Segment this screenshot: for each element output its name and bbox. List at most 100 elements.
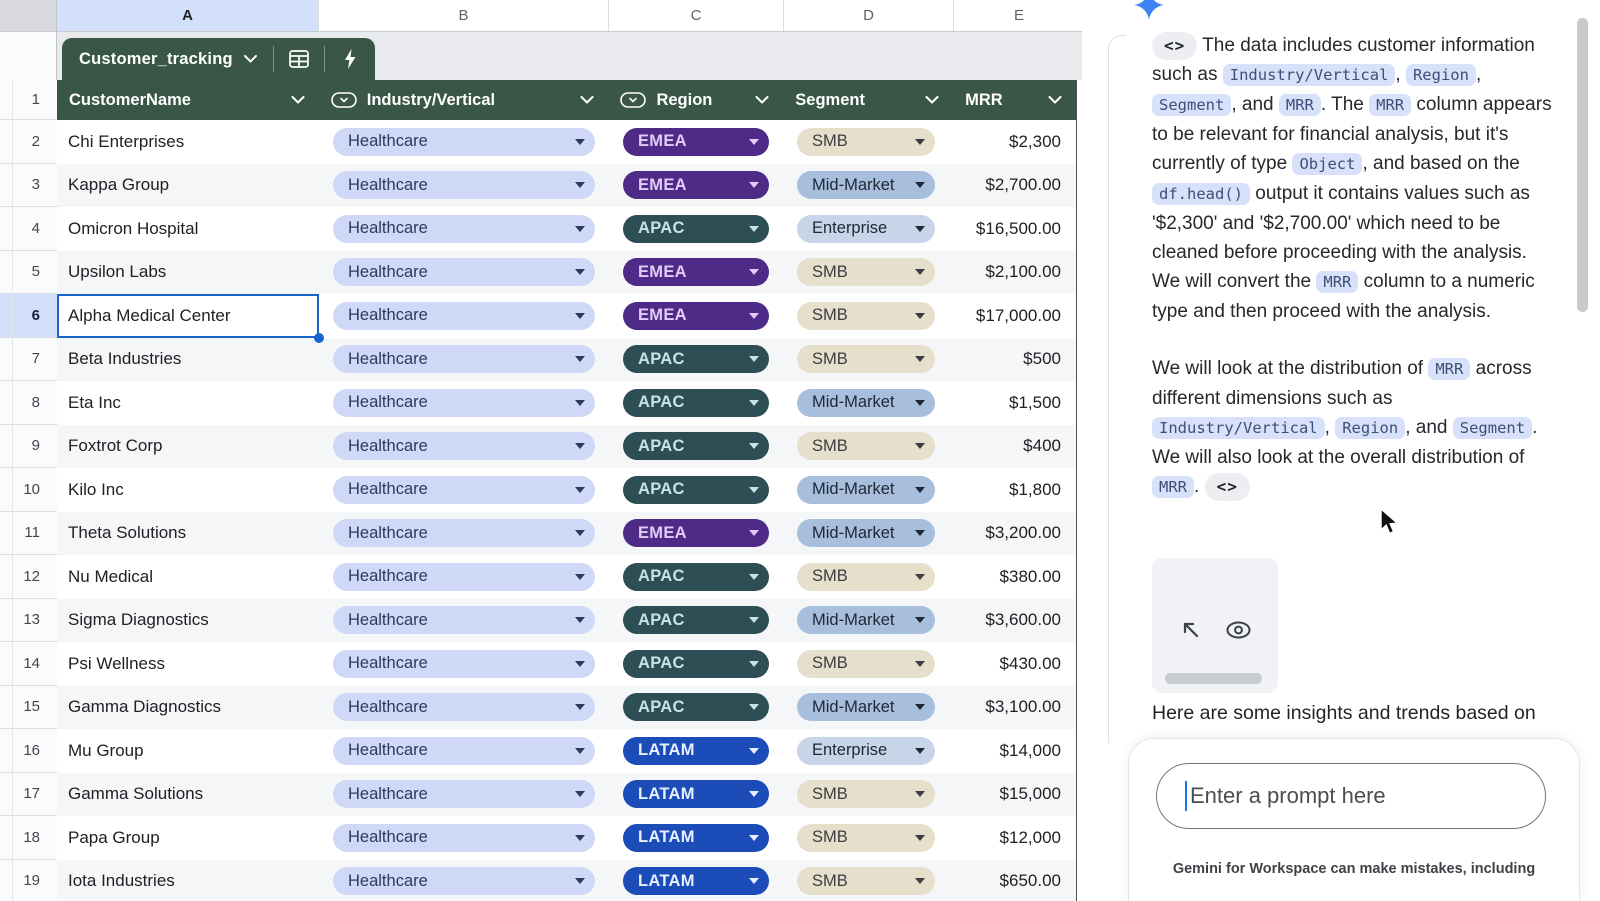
cell-customer-name[interactable]: Mu Group [57,729,319,773]
segment-chip[interactable]: Enterprise [797,736,935,765]
row-number[interactable]: 19 [0,859,57,901]
region-chip[interactable]: APAC [623,606,769,635]
cell-mrr[interactable]: $3,100.00 [954,686,1077,730]
region-chip[interactable]: LATAM [623,823,769,852]
cell-customer-name[interactable]: Gamma Solutions [57,773,319,817]
industry-chip[interactable]: Healthcare [333,649,595,678]
column-header-industry-vertical[interactable]: Industry/Vertical [319,80,609,120]
expand-top-left-button[interactable] [1179,618,1203,647]
cell-customer-name[interactable]: Upsilon Labs [57,251,319,295]
row-number[interactable]: 3 [0,163,57,207]
sidebar-scrollbar[interactable] [1577,18,1588,312]
cell-mrr[interactable]: $14,000 [954,729,1077,773]
sheet-tab[interactable]: Customer_tracking [62,38,375,80]
table-view-button[interactable] [274,38,324,80]
industry-chip[interactable]: Healthcare [333,214,595,243]
cell-customer-name[interactable]: Sigma Diagnostics [57,599,319,643]
segment-chip[interactable]: SMB [797,258,935,287]
region-chip[interactable]: EMEA [623,127,769,156]
cell-customer-name[interactable]: Foxtrot Corp [57,425,319,469]
segment-chip[interactable]: Mid-Market [797,606,935,635]
cell-mrr[interactable]: $16,500.00 [954,207,1077,251]
segment-chip[interactable]: Mid-Market [797,693,935,722]
industry-chip[interactable]: Healthcare [333,867,595,896]
row-number[interactable]: 7 [0,337,57,381]
industry-chip[interactable]: Healthcare [333,432,595,461]
segment-chip[interactable]: SMB [797,127,935,156]
column-header-segment[interactable]: Segment [783,80,953,120]
cell-customer-name[interactable]: Iota Industries [57,860,319,901]
region-chip[interactable]: LATAM [623,736,769,765]
cell-mrr[interactable]: $15,000 [954,773,1077,817]
region-chip[interactable]: EMEA [623,258,769,287]
region-chip[interactable]: EMEA [623,171,769,200]
segment-chip[interactable]: Mid-Market [797,519,935,548]
industry-chip[interactable]: Healthcare [333,171,595,200]
row-number[interactable]: 10 [0,468,57,512]
industry-chip[interactable]: Healthcare [333,780,595,809]
row-number[interactable]: 13 [0,598,57,642]
region-chip[interactable]: LATAM [623,780,769,809]
cell-mrr[interactable]: $3,600.00 [954,599,1077,643]
region-chip[interactable]: EMEA [623,519,769,548]
region-chip[interactable]: EMEA [623,301,769,330]
cell-customer-name[interactable]: Nu Medical [57,555,319,599]
industry-chip[interactable]: Healthcare [333,519,595,548]
prompt-input[interactable]: Enter a prompt here [1156,763,1546,829]
cell-customer-name[interactable]: Psi Wellness [57,642,319,686]
cell-mrr[interactable]: $430.00 [954,642,1077,686]
cell-mrr[interactable]: $1,800 [954,468,1077,512]
column-letter-D[interactable]: D [784,0,954,31]
sheet-tab-name-button[interactable]: Customer_tracking [62,50,273,69]
region-chip[interactable]: APAC [623,649,769,678]
cell-customer-name[interactable]: Papa Group [57,816,319,860]
industry-chip[interactable]: Healthcare [333,693,595,722]
segment-chip[interactable]: SMB [797,823,935,852]
region-chip[interactable]: APAC [623,693,769,722]
chart-preview-card[interactable] [1152,558,1278,693]
cell-mrr[interactable]: $17,000.00 [954,294,1077,338]
segment-chip[interactable]: SMB [797,867,935,896]
segment-chip[interactable]: Mid-Market [797,171,935,200]
region-chip[interactable]: APAC [623,475,769,504]
segment-chip[interactable]: Mid-Market [797,388,935,417]
row-number[interactable]: 9 [0,424,57,468]
cell-mrr[interactable]: $650.00 [954,860,1077,901]
column-header-customername[interactable]: CustomerName [57,80,319,120]
industry-chip[interactable]: Healthcare [333,562,595,591]
cell-customer-name[interactable]: Omicron Hospital [57,207,319,251]
industry-chip[interactable]: Healthcare [333,258,595,287]
cell-customer-name[interactable]: Beta Industries [57,338,319,382]
segment-chip[interactable]: SMB [797,432,935,461]
preview-visibility-button[interactable] [1225,618,1252,647]
industry-chip[interactable]: Healthcare [333,606,595,635]
cell-customer-name[interactable]: Eta Inc [57,381,319,425]
row-number[interactable]: 18 [0,816,57,860]
row-number[interactable]: 12 [0,555,57,599]
cell-customer-name[interactable]: Kilo Inc [57,468,319,512]
cell-customer-name[interactable]: Kappa Group [57,164,319,208]
column-letter-C[interactable]: C [609,0,784,31]
cell-mrr[interactable]: $2,100.00 [954,251,1077,295]
code-toggle-chip[interactable]: <> [1204,473,1250,501]
row-number[interactable]: 16 [0,729,57,773]
segment-chip[interactable]: SMB [797,649,935,678]
column-letter-E[interactable]: E [954,0,1085,31]
row-number[interactable]: 5 [0,250,57,294]
industry-chip[interactable]: Healthcare [333,475,595,504]
region-chip[interactable]: APAC [623,388,769,417]
code-toggle-chip[interactable]: <> [1152,32,1198,60]
row-number[interactable]: 15 [0,685,57,729]
industry-chip[interactable]: Healthcare [333,127,595,156]
segment-chip[interactable]: SMB [797,780,935,809]
row-number[interactable]: 4 [0,207,57,251]
column-letter-B[interactable]: B [319,0,609,31]
industry-chip[interactable]: Healthcare [333,345,595,374]
column-header-mrr[interactable]: MRR [953,80,1076,120]
cell-mrr[interactable]: $380.00 [954,555,1077,599]
row-number[interactable]: 2 [0,120,57,164]
cell-mrr[interactable]: $2,300 [954,120,1077,164]
cell-mrr[interactable]: $500 [954,338,1077,382]
row-number[interactable]: 8 [0,381,57,425]
industry-chip[interactable]: Healthcare [333,388,595,417]
